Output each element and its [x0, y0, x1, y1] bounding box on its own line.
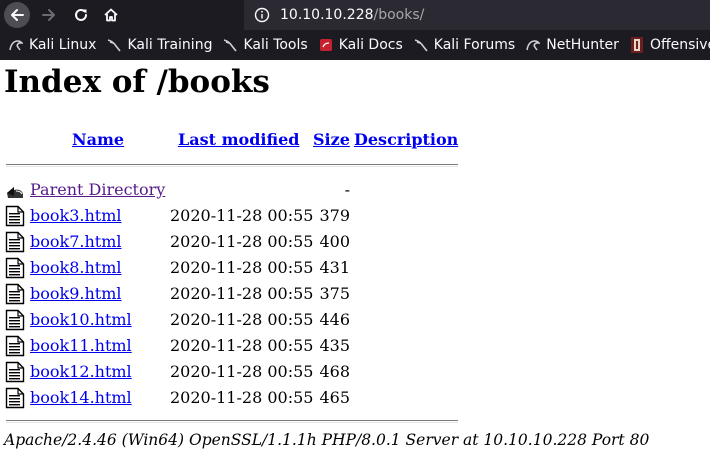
kali-dragon-icon	[108, 39, 122, 52]
bookmark-kali-training[interactable]: Kali Training	[107, 37, 212, 53]
bookmarks-toolbar: Kali Linux Kali Training Kali Tools Kali…	[0, 30, 710, 60]
url-path: /books/	[373, 7, 425, 23]
kali-dragon-icon	[224, 39, 238, 52]
site-info-icon[interactable]	[254, 7, 270, 23]
parent-directory-link[interactable]: Parent Directory	[30, 180, 165, 199]
text-file-icon	[5, 231, 25, 253]
url-text: 10.10.10.228/books/	[280, 7, 424, 23]
file-link[interactable]: book7.html	[30, 232, 122, 251]
back-button[interactable]	[4, 2, 30, 28]
text-file-icon	[5, 257, 25, 279]
bookmark-label: Kali Linux	[29, 37, 97, 53]
file-size: 379	[319, 206, 350, 225]
file-size: 465	[319, 388, 350, 407]
bookmark-label: NetHunter	[546, 37, 619, 53]
file-last-modified: 2020-11-28 00:55	[170, 284, 314, 303]
bookmark-label: Kali Forums	[433, 37, 516, 53]
text-file-icon	[5, 335, 25, 357]
bookmark-label: Kali Docs	[338, 37, 403, 53]
kali-docs-icon	[319, 39, 332, 51]
bookmark-offensive-security[interactable]: Offensive S	[630, 37, 710, 53]
bookmark-label: Kali Training	[127, 37, 213, 53]
page-title: Index of /books	[4, 64, 270, 100]
file-size: 431	[319, 258, 350, 277]
arrow-left-icon	[11, 9, 24, 21]
file-link[interactable]: book3.html	[30, 206, 122, 225]
column-header-name[interactable]: Name	[72, 130, 124, 149]
file-link[interactable]: book8.html	[30, 258, 122, 277]
header-divider	[6, 164, 458, 167]
bookmark-label: Kali Tools	[243, 37, 308, 53]
file-last-modified: 2020-11-28 00:55	[170, 336, 314, 355]
text-file-icon	[5, 309, 25, 331]
file-last-modified: 2020-11-28 00:55	[170, 206, 314, 225]
text-file-icon	[5, 283, 25, 305]
text-file-icon	[5, 361, 25, 383]
file-size: 435	[319, 336, 350, 355]
bookmark-kali-tools[interactable]: Kali Tools	[223, 37, 308, 53]
home-icon	[104, 8, 118, 22]
file-link[interactable]: book12.html	[30, 362, 132, 381]
kali-dragon-icon	[9, 40, 23, 51]
file-row: book7.html 2020-11-28 00:55 400	[0, 228, 460, 254]
file-last-modified: 2020-11-28 00:55	[170, 310, 314, 329]
url-bar[interactable]: 10.10.10.228/books/	[244, 0, 710, 30]
file-last-modified: 2020-11-28 00:55	[170, 232, 314, 251]
file-row: book10.html 2020-11-28 00:55 446	[0, 306, 460, 332]
back-folder-icon	[7, 187, 23, 198]
home-button[interactable]	[98, 2, 124, 28]
file-link[interactable]: book9.html	[30, 284, 122, 303]
reload-icon	[75, 8, 87, 21]
parent-directory-row: Parent Directory -	[0, 176, 460, 202]
file-last-modified: 2020-11-28 00:55	[170, 388, 314, 407]
file-link[interactable]: book11.html	[30, 336, 132, 355]
file-size: 400	[319, 232, 350, 251]
bookmark-kali-linux[interactable]: Kali Linux	[9, 37, 96, 53]
arrow-right-icon	[42, 9, 55, 21]
file-row: book8.html 2020-11-28 00:55 431	[0, 254, 460, 280]
column-header-description[interactable]: Description	[354, 130, 458, 149]
offsec-icon	[630, 37, 643, 53]
file-row: book12.html 2020-11-28 00:55 468	[0, 358, 460, 384]
kali-dragon-icon	[526, 40, 541, 51]
file-last-modified: 2020-11-28 00:55	[170, 258, 314, 277]
kali-dragon-icon	[414, 39, 428, 52]
bookmark-label: Offensive S	[649, 37, 710, 53]
footer-divider	[6, 420, 458, 423]
column-header-size[interactable]: Size	[313, 130, 350, 149]
file-row: book14.html 2020-11-28 00:55 465	[0, 384, 460, 410]
file-row: book3.html 2020-11-28 00:55 379	[0, 202, 460, 228]
forward-button[interactable]	[36, 2, 62, 28]
text-file-icon	[5, 387, 25, 409]
parent-directory-size: -	[344, 180, 350, 199]
file-size: 446	[319, 310, 350, 329]
file-size: 468	[319, 362, 350, 381]
file-last-modified: 2020-11-28 00:55	[170, 362, 314, 381]
server-signature: Apache/2.4.46 (Win64) OpenSSL/1.1.1h PHP…	[4, 431, 650, 449]
file-link[interactable]: book14.html	[30, 388, 132, 407]
bookmark-nethunter[interactable]: NetHunter	[526, 37, 619, 53]
browser-chrome: 10.10.10.228/books/ Kali Linux Kali Trai…	[0, 0, 710, 60]
text-file-icon	[5, 205, 25, 227]
file-row: book11.html 2020-11-28 00:55 435	[0, 332, 460, 358]
bookmark-kali-forums[interactable]: Kali Forums	[414, 37, 515, 53]
column-header-last-modified[interactable]: Last modified	[178, 130, 299, 149]
url-host: 10.10.10.228	[280, 7, 374, 23]
reload-button[interactable]	[68, 2, 94, 28]
navigation-toolbar: 10.10.10.228/books/	[0, 0, 710, 30]
file-link[interactable]: book10.html	[30, 310, 132, 329]
file-size: 375	[319, 284, 350, 303]
file-row: book9.html 2020-11-28 00:55 375	[0, 280, 460, 306]
bookmark-kali-docs[interactable]: Kali Docs	[319, 37, 403, 53]
